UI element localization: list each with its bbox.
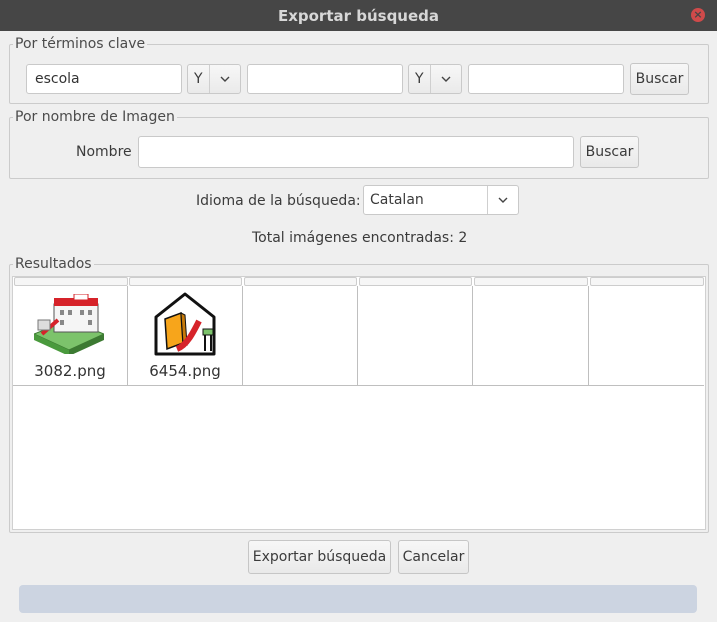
operator-value-1: Y bbox=[194, 71, 203, 87]
close-icon[interactable]: × bbox=[691, 8, 705, 22]
results-table: 3082.png 6454.png bbox=[12, 276, 706, 530]
result-cell[interactable]: 3082.png bbox=[13, 286, 128, 386]
result-cell[interactable]: 6454.png bbox=[128, 286, 243, 386]
result-cell-empty[interactable] bbox=[358, 286, 473, 386]
result-cell-empty[interactable] bbox=[243, 286, 358, 386]
school-building-icon bbox=[32, 293, 106, 358]
chevron-down-icon bbox=[430, 65, 461, 93]
keyword-input-1[interactable]: escola bbox=[26, 64, 182, 94]
chevron-down-icon bbox=[209, 65, 240, 93]
operator-select-2[interactable]: Y bbox=[408, 64, 462, 94]
cancel-button[interactable]: Cancelar bbox=[398, 540, 469, 574]
result-cell-empty[interactable] bbox=[473, 286, 589, 386]
export-search-button[interactable]: Exportar búsqueda bbox=[248, 540, 391, 574]
name-legend: Por nombre de Imagen bbox=[13, 109, 177, 125]
result-filename: 3082.png bbox=[34, 362, 106, 380]
name-input[interactable] bbox=[138, 136, 574, 168]
language-select[interactable]: Catalan bbox=[363, 185, 519, 215]
column-header[interactable] bbox=[129, 277, 242, 286]
column-header[interactable] bbox=[244, 277, 357, 286]
column-header[interactable] bbox=[474, 277, 588, 286]
language-value: Catalan bbox=[370, 192, 424, 208]
column-header[interactable] bbox=[590, 277, 704, 286]
result-filename: 6454.png bbox=[149, 362, 221, 380]
keywords-legend: Por términos clave bbox=[13, 36, 148, 52]
operator-value-2: Y bbox=[415, 71, 424, 87]
language-label: Idioma de la búsqueda: bbox=[196, 193, 361, 209]
name-label: Nombre bbox=[76, 144, 132, 160]
results-legend: Resultados bbox=[13, 256, 94, 272]
progress-bar bbox=[19, 585, 697, 613]
column-header[interactable] bbox=[14, 277, 128, 286]
window-title: Exportar búsqueda bbox=[277, 6, 440, 25]
keyword-input-3[interactable] bbox=[468, 64, 624, 94]
result-cell-empty[interactable] bbox=[589, 286, 704, 386]
name-search-button[interactable]: Buscar bbox=[580, 136, 639, 168]
chevron-down-icon bbox=[487, 186, 518, 214]
keyword-search-button[interactable]: Buscar bbox=[630, 63, 689, 95]
total-images-text: Total imágenes encontradas: 2 bbox=[252, 230, 468, 246]
keyword-input-2[interactable] bbox=[247, 64, 403, 94]
column-header[interactable] bbox=[359, 277, 472, 286]
operator-select-1[interactable]: Y bbox=[187, 64, 241, 94]
title-bar: Exportar búsqueda × bbox=[0, 0, 717, 31]
school-book-slide-icon bbox=[153, 291, 217, 361]
